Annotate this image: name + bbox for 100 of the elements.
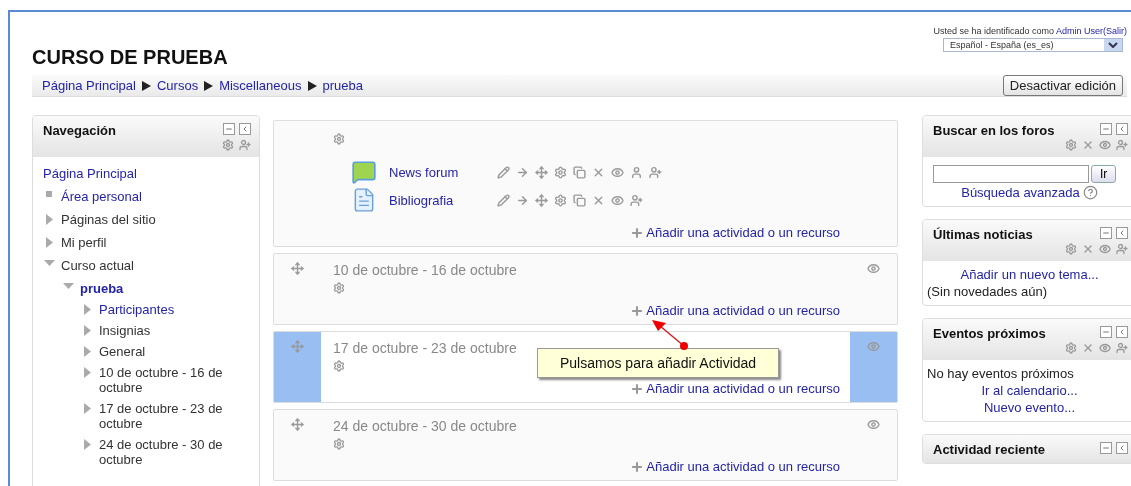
collapse-icon[interactable]: [1116, 123, 1128, 135]
collapsed-triangle-icon[interactable]: [83, 403, 91, 414]
user-icon[interactable]: [630, 165, 643, 179]
collapsed-triangle-icon[interactable]: [83, 304, 91, 315]
collapse-icon[interactable]: [1116, 326, 1128, 338]
move-icon[interactable]: [291, 262, 304, 275]
user-link[interactable]: Admin User: [1056, 26, 1103, 36]
collapsed-triangle-icon[interactable]: [45, 214, 53, 225]
assign-roles-icon[interactable]: [1116, 342, 1128, 354]
minimize-icon[interactable]: [1100, 123, 1112, 135]
visibility-icon[interactable]: [1099, 243, 1111, 255]
settings-icon[interactable]: [1065, 342, 1077, 354]
breadcrumb-link[interactable]: prueba: [322, 78, 363, 93]
edit-mode-button[interactable]: Desactivar edición: [1002, 75, 1123, 96]
assign-roles-icon[interactable]: [1116, 243, 1128, 255]
collapsed-triangle-icon[interactable]: [83, 439, 91, 450]
nav-item[interactable]: Área personal: [61, 189, 142, 204]
settings-icon[interactable]: [333, 438, 345, 450]
expanded-triangle-icon[interactable]: [43, 260, 55, 267]
delete-icon[interactable]: [1082, 342, 1094, 354]
search-button[interactable]: Ir: [1091, 165, 1117, 183]
edit-icon[interactable]: [497, 193, 510, 207]
visibility-icon[interactable]: [1099, 139, 1111, 151]
settings-icon[interactable]: [1065, 243, 1077, 255]
block-title: Últimas noticias: [933, 227, 1033, 242]
help-icon[interactable]: [1082, 185, 1098, 200]
nav-item[interactable]: 17 de octubre - 23 de octubre: [99, 401, 253, 431]
block-title: Eventos próximos: [933, 326, 1046, 341]
forum-icon: [351, 159, 377, 185]
dropdown-caret-icon[interactable]: [1104, 39, 1122, 51]
indent-icon[interactable]: [516, 165, 529, 179]
breadcrumb-link[interactable]: Cursos: [156, 78, 199, 93]
activity-link[interactable]: Bibliografia: [389, 192, 497, 208]
collapse-icon[interactable]: [1116, 227, 1128, 239]
visibility-icon[interactable]: [867, 418, 880, 431]
visibility-icon[interactable]: [611, 165, 624, 179]
language-select[interactable]: Español - España (es_es): [943, 38, 1123, 52]
delete-icon[interactable]: [1082, 139, 1094, 151]
edit-icon[interactable]: [497, 165, 510, 179]
visibility-icon[interactable]: [1099, 342, 1111, 354]
collapsed-triangle-icon[interactable]: [83, 346, 91, 357]
settings-icon[interactable]: [554, 165, 567, 179]
assign-roles-icon[interactable]: [630, 193, 643, 207]
add-activity-link[interactable]: Añadir una actividad o un recurso: [630, 303, 840, 318]
breadcrumb-link[interactable]: Miscellaneous: [219, 78, 302, 93]
visibility-icon[interactable]: [611, 193, 624, 207]
collapse-icon[interactable]: [1116, 442, 1128, 454]
add-activity-link[interactable]: Añadir una actividad o un recurso: [630, 381, 840, 396]
minimize-icon[interactable]: [223, 123, 235, 135]
collapse-icon[interactable]: [239, 123, 251, 135]
expanded-triangle-icon[interactable]: [62, 283, 74, 290]
add-activity-link[interactable]: Añadir una actividad o un recurso: [630, 225, 840, 240]
activity-link[interactable]: News forum: [389, 164, 497, 180]
nav-item[interactable]: Páginas del sitio: [61, 212, 156, 227]
assign-roles-icon[interactable]: [1116, 139, 1128, 151]
move-icon[interactable]: [535, 193, 548, 207]
duplicate-icon[interactable]: [573, 165, 586, 179]
settings-icon[interactable]: [333, 282, 345, 294]
collapsed-triangle-icon[interactable]: [83, 367, 91, 378]
duplicate-icon[interactable]: [573, 193, 586, 207]
minimize-icon[interactable]: [1100, 442, 1112, 454]
delete-icon[interactable]: [1082, 243, 1094, 255]
block-link[interactable]: Añadir un nuevo tema...: [960, 267, 1099, 282]
collapsed-triangle-icon[interactable]: [45, 237, 53, 248]
indent-icon[interactable]: [516, 193, 529, 207]
settings-icon[interactable]: [1065, 139, 1077, 151]
logout-link[interactable]: (Salir): [1103, 26, 1127, 36]
nav-item[interactable]: 24 de octubre - 30 de octubre: [99, 437, 253, 467]
nav-item[interactable]: Curso actual: [61, 258, 134, 273]
settings-icon[interactable]: [222, 139, 234, 151]
plus-icon: [630, 459, 645, 474]
advanced-search-link[interactable]: Búsqueda avanzada: [961, 185, 1080, 200]
add-activity-link[interactable]: Añadir una actividad o un recurso: [630, 459, 840, 474]
move-icon[interactable]: [291, 418, 304, 431]
assign-roles-icon[interactable]: [649, 165, 662, 179]
block-link[interactable]: Nuevo evento...: [983, 400, 1076, 415]
move-icon[interactable]: [535, 165, 548, 179]
search-field[interactable]: [933, 165, 1089, 183]
settings-icon[interactable]: [554, 193, 567, 207]
block-text: (Sin novedades aún): [927, 284, 1048, 299]
nav-item[interactable]: General: [99, 344, 146, 359]
minimize-icon[interactable]: [1100, 326, 1112, 338]
breadcrumb-separator-icon: [141, 80, 151, 91]
minimize-icon[interactable]: [1100, 227, 1112, 239]
assign-roles-icon[interactable]: [239, 139, 251, 151]
nav-item[interactable]: 10 de octubre - 16 de octubre: [99, 365, 253, 395]
nav-item[interactable]: prueba: [80, 281, 124, 296]
visibility-icon[interactable]: [867, 340, 880, 353]
visibility-icon[interactable]: [867, 262, 880, 275]
settings-icon[interactable]: [333, 133, 345, 145]
collapsed-triangle-icon[interactable]: [83, 325, 91, 336]
section-title: 10 de octubre - 16 de octubre: [333, 262, 518, 278]
nav-item[interactable]: Mi perfil: [61, 235, 107, 250]
breadcrumb-link[interactable]: Página Principal: [42, 78, 136, 93]
move-icon[interactable]: [291, 340, 304, 353]
nav-item[interactable]: Participantes: [99, 302, 175, 317]
nav-item[interactable]: Página Principal: [43, 166, 137, 181]
block-link[interactable]: Ir al calendario...: [981, 383, 1078, 398]
nav-item[interactable]: Insignias: [99, 323, 151, 338]
settings-icon[interactable]: [333, 360, 345, 372]
